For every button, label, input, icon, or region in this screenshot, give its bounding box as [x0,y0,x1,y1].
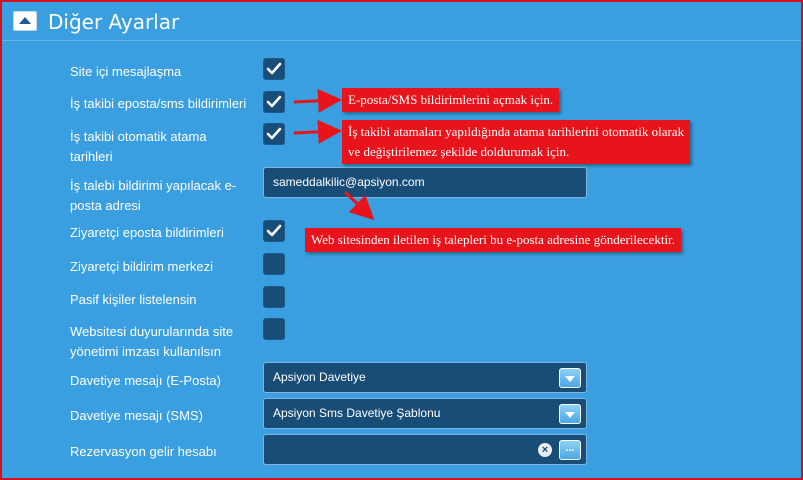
arrow-icon [343,190,375,221]
annotation-arrows [293,88,375,221]
settings-panel: Diğer Ayarlar Site içi mesajlaşma İş tak… [0,0,803,480]
arrow-icon [293,88,342,113]
arrow-icon [293,119,342,144]
